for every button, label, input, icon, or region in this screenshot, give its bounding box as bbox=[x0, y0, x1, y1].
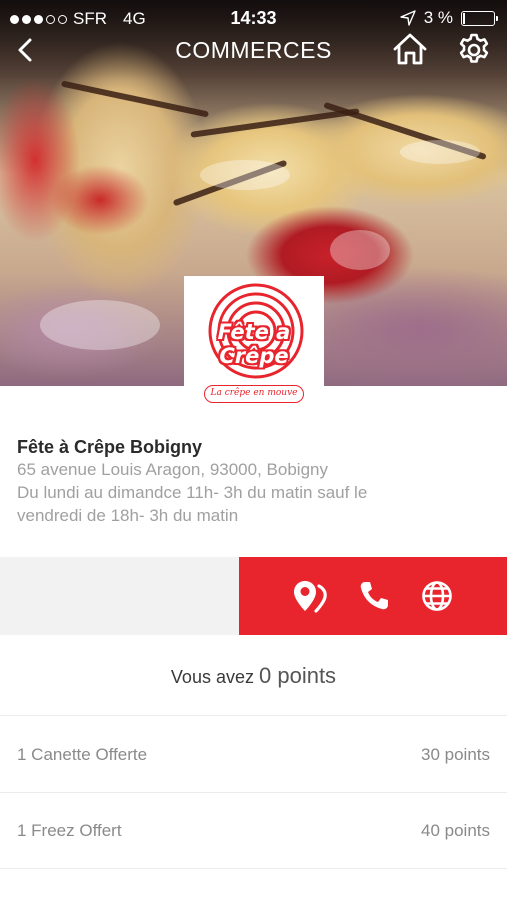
store-info: Fête à Crêpe Bobigny 65 avenue Louis Ara… bbox=[17, 436, 492, 527]
logo-brand-text: Fête a Crêpe bbox=[217, 320, 291, 368]
reward-row[interactable]: 1 Canette Offerte 30 points bbox=[0, 717, 507, 793]
points-prefix: Vous avez bbox=[170, 667, 254, 687]
navigation-bar: COMMERCES bbox=[0, 28, 507, 72]
store-hours-line-1: Du lundi au dimandce 11h- 3h du matin sa… bbox=[17, 483, 368, 502]
map-pin-icon[interactable] bbox=[292, 578, 328, 614]
action-bar bbox=[0, 557, 507, 635]
globe-icon[interactable] bbox=[419, 578, 455, 614]
reward-label: 1 Freez Offert bbox=[17, 821, 122, 840]
phone-icon[interactable] bbox=[356, 578, 392, 614]
reward-label: 1 Canette Offerte bbox=[17, 745, 148, 764]
reward-points: 30 points bbox=[421, 745, 490, 764]
store-hours-line-2: vendredi de 18h- 3h du matin bbox=[17, 506, 239, 525]
battery-icon bbox=[461, 10, 498, 26]
logo-tagline: La crêpe en mouve bbox=[204, 385, 304, 403]
action-buttons bbox=[239, 557, 507, 635]
gear-icon[interactable] bbox=[456, 32, 492, 68]
points-summary: Vous avez 0 points bbox=[0, 636, 507, 716]
store-logo: Fête a Crêpe La crêpe en mouve bbox=[184, 276, 324, 411]
reward-points: 40 points bbox=[421, 821, 490, 840]
page-title: COMMERCES bbox=[175, 37, 332, 63]
location-arrow-icon bbox=[400, 10, 416, 26]
points-value: 0 points bbox=[259, 663, 337, 688]
home-icon[interactable] bbox=[391, 30, 429, 68]
store-address: 65 avenue Louis Aragon, 93000, Bobigny bbox=[17, 460, 328, 479]
store-name: Fête à Crêpe Bobigny bbox=[17, 437, 203, 457]
reward-row[interactable]: 1 Freez Offert 40 points bbox=[0, 793, 507, 869]
battery-percent: 3 % bbox=[423, 8, 453, 27]
